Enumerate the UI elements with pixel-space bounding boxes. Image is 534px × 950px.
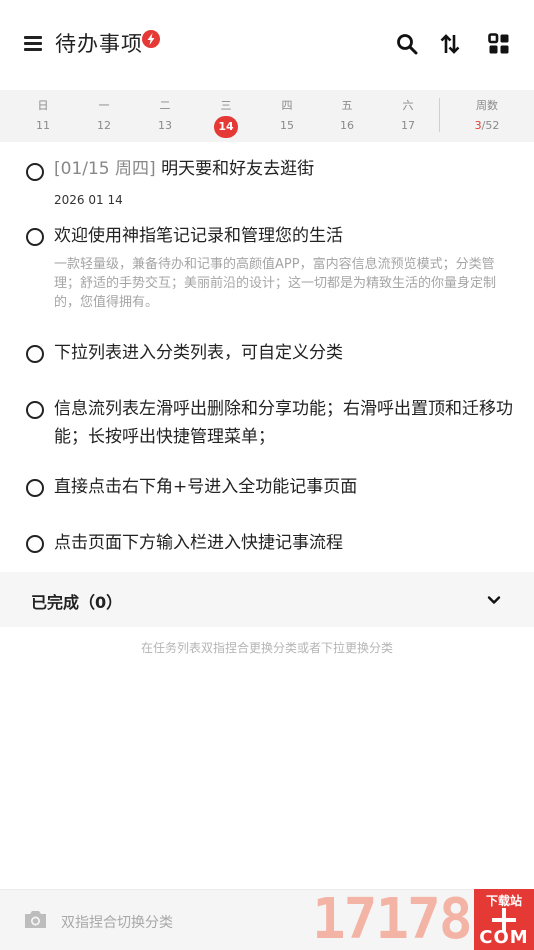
app-header: 待办事项 <box>0 0 534 90</box>
day-name: 四 <box>281 99 293 112</box>
day-number: 15 <box>280 119 294 132</box>
task-checkbox[interactable] <box>26 228 44 246</box>
day-sunday[interactable]: 日 11 <box>18 90 68 142</box>
menu-icon[interactable] <box>24 34 42 52</box>
week-number-label: 周数 <box>476 99 498 112</box>
week-number-current: 3 <box>474 119 482 132</box>
day-name: 三 <box>220 99 232 112</box>
task-date: 2026 01 14 <box>54 193 123 207</box>
day-name: 日 <box>37 99 49 112</box>
day-name: 五 <box>341 99 353 112</box>
today-badge: 14 <box>214 116 238 138</box>
task-date-prefix: [01/15 周四] <box>54 159 156 179</box>
day-wednesday-today[interactable]: 三 14 <box>201 90 251 142</box>
task-checkbox[interactable] <box>26 163 44 181</box>
task-title: 信息流列表左滑呼出删除和分享功能；右滑呼出置顶和迁移功能；长按呼出快捷管理菜单； <box>54 399 513 447</box>
task-title: 直接点击右下角+号进入全功能记事页面 <box>54 477 358 497</box>
task-title: [01/15 周四] 明天要和好友去逛街 <box>54 155 514 183</box>
week-number-total: /52 <box>481 119 500 132</box>
day-monday[interactable]: 一 12 <box>79 90 129 142</box>
completed-label: 已完成（0） <box>31 593 123 612</box>
watermark-badge-bottom: COM <box>479 927 529 948</box>
chevron-down-icon[interactable] <box>486 592 502 608</box>
camera-icon[interactable] <box>23 909 48 930</box>
task-checkbox[interactable] <box>26 401 44 419</box>
day-name: 二 <box>159 99 171 112</box>
task-title-text: 明天要和好友去逛街 <box>161 159 315 179</box>
day-number: 16 <box>340 119 354 132</box>
week-number-value: 3/52 <box>462 119 512 132</box>
day-name: 六 <box>402 99 414 112</box>
grid-view-icon[interactable] <box>487 32 511 56</box>
week-number[interactable]: 周数 3/52 <box>462 90 512 142</box>
day-name: 一 <box>98 99 110 112</box>
task-title: 欢迎使用神指笔记记录和管理您的生活 <box>54 226 343 246</box>
page-title[interactable]: 待办事项 <box>55 28 143 58</box>
task-description: 一款轻量级，兼备待办和记事的高颜值APP，富内容信息流预览模式；分类管理；舒适的… <box>54 257 497 310</box>
task-checkbox[interactable] <box>26 535 44 553</box>
quick-input-placeholder[interactable]: 双指捏合切换分类 <box>61 912 173 932</box>
sort-icon[interactable] <box>438 32 462 56</box>
add-note-button[interactable]: 下载站 COM <box>474 889 534 950</box>
day-thursday[interactable]: 四 15 <box>262 90 312 142</box>
week-strip: 日 11 一 12 二 13 三 14 四 15 五 16 六 17 周数 3/… <box>0 90 534 142</box>
task-title: 点击页面下方输入栏进入快捷记事流程 <box>54 533 343 553</box>
day-number: 17 <box>401 119 415 132</box>
day-saturday[interactable]: 六 17 <box>383 90 433 142</box>
day-number: 12 <box>97 119 111 132</box>
flash-badge-icon <box>142 30 160 48</box>
day-number: 13 <box>158 119 172 132</box>
task-title: 下拉列表进入分类列表，可自定义分类 <box>54 343 343 363</box>
day-number: 11 <box>36 119 50 132</box>
week-divider <box>439 98 440 132</box>
watermark-logo: 17178 <box>312 887 473 950</box>
day-tuesday[interactable]: 二 13 <box>140 90 190 142</box>
completed-section-header[interactable]: 已完成（0） <box>0 572 534 627</box>
task-checkbox[interactable] <box>26 479 44 497</box>
day-friday[interactable]: 五 16 <box>322 90 372 142</box>
search-icon[interactable] <box>395 32 419 56</box>
watermark-badge-top: 下载站 <box>485 894 522 908</box>
task-checkbox[interactable] <box>26 345 44 363</box>
gesture-hint: 在任务列表双指捏合更换分类或者下拉更换分类 <box>140 641 393 655</box>
